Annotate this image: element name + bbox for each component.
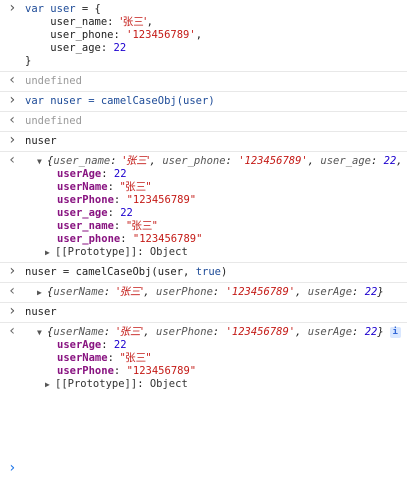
console-output-entry: ▼{user_name: '张三', user_phone: '12345678…: [0, 152, 407, 263]
triangle-right-icon[interactable]: ▶: [45, 378, 55, 391]
chevron-left-icon: [8, 116, 18, 128]
console-input-entry[interactable]: var user = { user_name: '张三', user_phone…: [0, 0, 407, 72]
console-input-entry[interactable]: nuser = camelCaseObj(user, true): [0, 263, 407, 283]
console-output-entry: undefined: [0, 112, 407, 132]
console-output-entry: ▶{userName: '张三', userPhone: '123456789'…: [0, 283, 407, 303]
code-line: nuser: [25, 135, 57, 147]
triangle-down-icon[interactable]: ▼: [37, 155, 47, 168]
chevron-left-icon: [8, 327, 18, 339]
prototype-row[interactable]: ▶ [[Prototype]]: Object: [25, 246, 407, 259]
object-property: user_name: "张三": [57, 220, 158, 232]
console-input-entry[interactable]: nuser: [0, 132, 407, 152]
console-input-entry[interactable]: var nuser = camelCaseObj(user): [0, 92, 407, 112]
info-icon[interactable]: i: [389, 326, 401, 338]
object-preview[interactable]: ▶ {userName: '张三', userPhone: '123456789'…: [25, 286, 407, 299]
chevron-left-icon: [8, 156, 18, 168]
code-line: nuser = camelCaseObj(user, true): [25, 266, 228, 278]
prototype-row[interactable]: ▶ [[Prototype]]: Object: [25, 378, 407, 391]
devtools-console: var user = { user_name: '张三', user_phone…: [0, 0, 407, 483]
output-value: undefined: [25, 115, 82, 127]
console-prompt-caret-icon[interactable]: ›: [8, 460, 16, 476]
code-line: user_name: '张三',: [25, 16, 153, 28]
triangle-down-icon[interactable]: ▼: [37, 326, 47, 339]
object-property: user_phone: "123456789": [57, 233, 203, 245]
chevron-right-icon: [8, 4, 18, 16]
chevron-right-icon: [8, 307, 18, 319]
object-property: userAge: 22: [57, 339, 127, 351]
console-output-entry: ▼{userName: '张三', userPhone: '123456789'…: [0, 323, 407, 394]
code-line: var user = {: [25, 3, 101, 15]
object-property: userName: "张三": [57, 352, 151, 364]
console-input-entry[interactable]: nuser: [0, 303, 407, 323]
chevron-right-icon: [8, 267, 18, 279]
output-value: undefined: [25, 75, 82, 87]
code-line: var nuser = camelCaseObj(user): [25, 95, 215, 107]
object-property: userName: "张三": [57, 181, 151, 193]
code-line: nuser: [25, 306, 57, 318]
chevron-left-icon: [8, 76, 18, 88]
console-output-entry: undefined: [0, 72, 407, 92]
chevron-left-icon: [8, 287, 18, 299]
object-preview[interactable]: ▼ {user_name: '张三', user_phone: '12345678…: [25, 155, 407, 168]
object-property: userPhone: "123456789": [57, 365, 197, 377]
chevron-right-icon: [8, 96, 18, 108]
triangle-right-icon[interactable]: ▶: [37, 286, 47, 299]
object-property: userAge: 22: [57, 168, 127, 180]
object-property: user_age: 22: [57, 207, 133, 219]
code-line: }: [25, 55, 32, 67]
object-preview[interactable]: ▼ {userName: '张三', userPhone: '123456789'…: [25, 326, 407, 339]
code-line: user_age: 22: [25, 42, 127, 54]
code-line: user_phone: '123456789',: [25, 29, 203, 41]
triangle-right-icon[interactable]: ▶: [45, 246, 55, 259]
object-property: userPhone: "123456789": [57, 194, 197, 206]
chevron-right-icon: [8, 136, 18, 148]
